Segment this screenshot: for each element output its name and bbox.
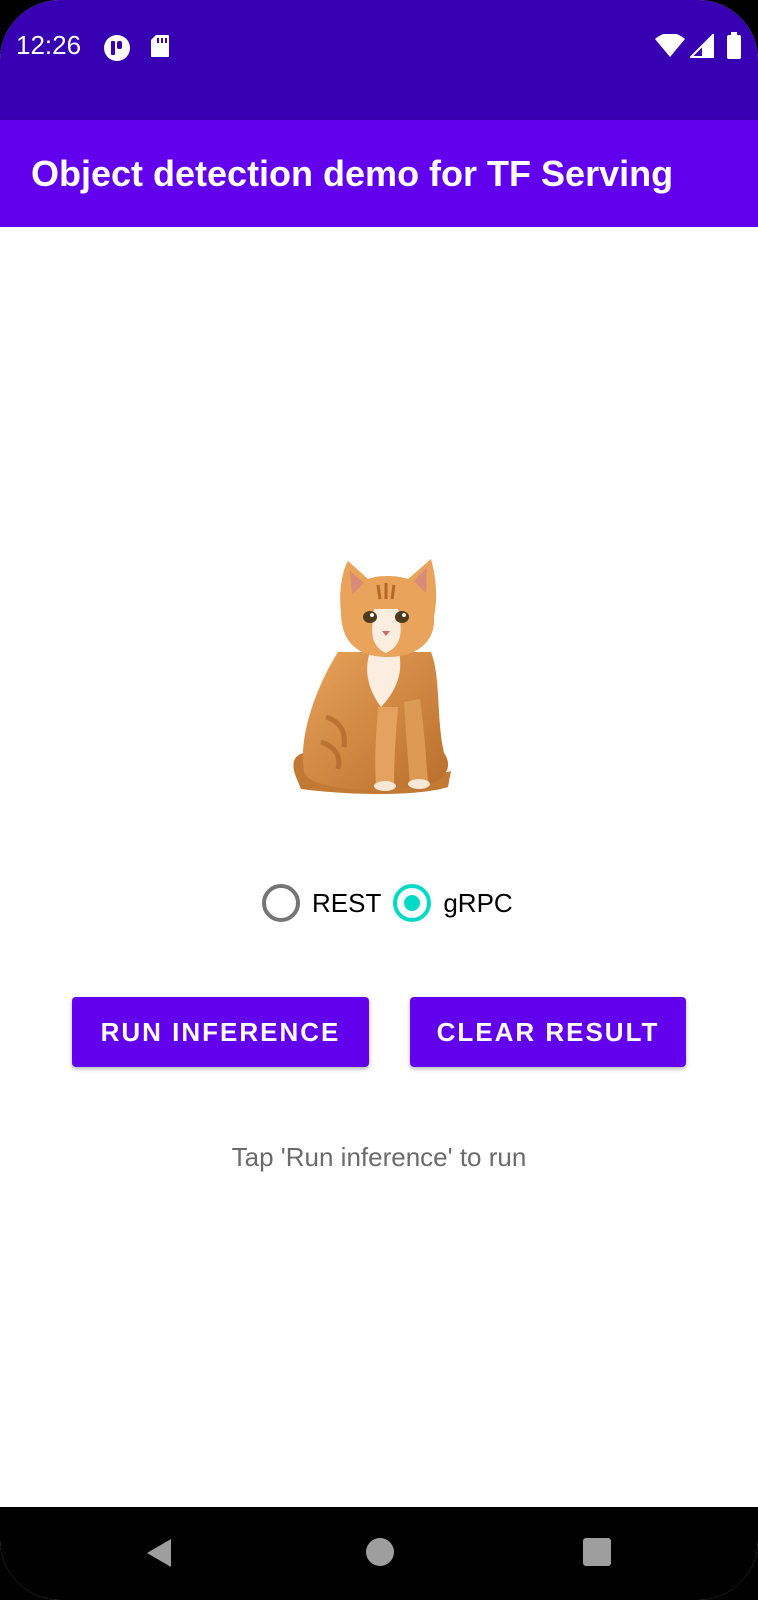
radio-label-grpc: gRPC	[443, 887, 513, 918]
main-content: REST gRPC RUN INFERENCE CLEAR RESULT Tap…	[0, 227, 758, 1507]
app-notification-icon	[104, 35, 130, 61]
run-inference-button[interactable]: RUN INFERENCE	[72, 997, 369, 1067]
radio-option-grpc[interactable]: gRPC	[393, 884, 513, 922]
app-bar: Object detection demo for TF Serving	[0, 120, 758, 227]
navigation-bar	[0, 1507, 758, 1600]
radio-option-rest[interactable]: REST	[262, 884, 381, 922]
battery-icon	[727, 32, 741, 59]
cat-image	[293, 559, 451, 794]
sd-card-icon	[151, 35, 169, 57]
recents-icon[interactable]	[582, 1537, 612, 1567]
protocol-radio-group: REST gRPC	[262, 881, 513, 925]
status-time: 12:26	[16, 30, 82, 60]
clear-result-button[interactable]: CLEAR RESULT	[410, 997, 686, 1067]
radio-button-grpc[interactable]	[393, 884, 432, 922]
back-icon[interactable]	[143, 1537, 175, 1569]
status-bar: 12:26	[0, 0, 758, 120]
radio-label-rest: REST	[312, 887, 382, 918]
home-icon[interactable]	[365, 1537, 395, 1567]
app-title: Object detection demo for TF Serving	[31, 153, 674, 194]
signal-icon	[690, 34, 714, 58]
result-text: Tap 'Run inference' to run	[231, 1142, 527, 1172]
radio-button-rest[interactable]	[262, 884, 300, 922]
radio-selected-dot	[404, 895, 421, 911]
phone-screen: 12:26 Object detection demo for TF Servi…	[0, 0, 758, 1600]
wifi-icon	[655, 34, 685, 57]
